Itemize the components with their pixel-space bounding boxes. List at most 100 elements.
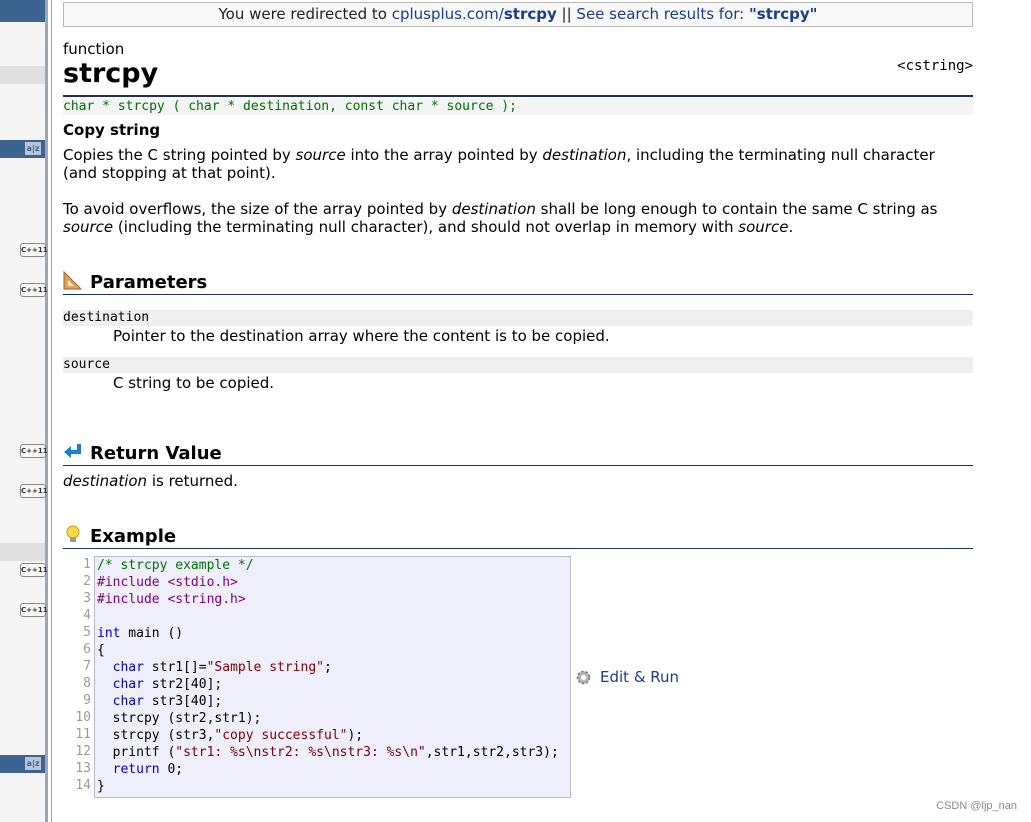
- az-icon: a|z: [25, 142, 41, 155]
- sidebar-panel: [0, 0, 45, 822]
- line-number: 10: [75, 710, 91, 725]
- code-token: char: [112, 694, 144, 709]
- code-token: #include <stdio.h>: [97, 575, 238, 590]
- code-token: return: [112, 762, 160, 777]
- sidebar-top-block: [0, 0, 45, 22]
- line-number: 2: [83, 574, 91, 589]
- watermark: CSDN @ljp_nan: [936, 800, 1017, 812]
- parameters-section-header: Parameters: [63, 270, 973, 295]
- return-value-section-header: Return Value: [63, 441, 973, 466]
- line-number: 12: [75, 744, 91, 759]
- function-prototype: char * strcpy ( char * destination, cons…: [63, 98, 973, 115]
- code-token: str1[]=: [143, 660, 207, 675]
- desc-text: shall be long enough to contain the same…: [535, 200, 938, 218]
- code-token: main (): [120, 626, 184, 641]
- line-number: 13: [75, 761, 91, 776]
- sidebar-item-selected[interactable]: [0, 66, 45, 84]
- example-section-header: Example: [63, 524, 973, 549]
- return-arrow-icon: [64, 444, 81, 458]
- line-number: 6: [83, 642, 91, 657]
- desc-text: .: [788, 218, 794, 236]
- desc-text: To avoid overflows, the size of the arra…: [63, 200, 452, 218]
- code-token: {: [97, 643, 105, 658]
- sidebar-border-inner: [51, 0, 52, 822]
- redirect-link-domain: cplusplus.com/: [391, 5, 504, 23]
- code-token: }: [97, 779, 105, 794]
- line-number: 11: [75, 727, 91, 742]
- code-token: char: [112, 677, 144, 692]
- desc-text: Copies the C string pointed by: [63, 146, 296, 164]
- sort-az-button[interactable]: a|z: [0, 140, 45, 158]
- set-square-icon: [63, 270, 83, 290]
- code-line: strcpy (str3,"copy successful");: [95, 727, 570, 744]
- code-line: #include <stdio.h>: [95, 574, 570, 591]
- section-title: Return Value: [90, 443, 222, 464]
- sidebar: a|z C++11 C++11 C++11 C++11 C++11 C++11 …: [0, 0, 54, 822]
- code-token: strcpy (str2,str1);: [97, 711, 262, 726]
- edit-run-label: Edit & Run: [600, 668, 680, 686]
- redirect-banner: You were redirected to cplusplus.com/str…: [63, 2, 973, 27]
- search-results-link[interactable]: See search results for: "strcpy": [576, 5, 817, 23]
- code-token: /* strcpy example */: [97, 558, 254, 573]
- page-title: strcpy: [63, 58, 159, 89]
- param-name: destination: [63, 310, 973, 326]
- param-name: source: [63, 357, 973, 373]
- code-line: return 0;: [95, 761, 570, 778]
- desc-text: (including the terminating null characte…: [113, 218, 739, 236]
- line-number: 3: [83, 591, 91, 606]
- code-token: str3[40];: [143, 694, 223, 709]
- line-number: 5: [83, 625, 91, 640]
- sidebar-item-highlight[interactable]: [0, 543, 45, 561]
- title-rule: [63, 95, 973, 97]
- code-line: char str2[40];: [95, 676, 570, 693]
- code-example: 1 2 3 4 5 6 7 8 9 10 11 12 13 14 /* strcpy example */…: [63, 556, 571, 798]
- desc-param-ref: destination: [542, 146, 627, 164]
- code-token: int: [97, 626, 121, 641]
- code-block[interactable]: /* strcpy example */ #include <stdio.h> #i…: [94, 556, 571, 798]
- cpp11-badge: C++11: [20, 603, 48, 617]
- code-token: str2[40];: [143, 677, 223, 692]
- return-param-ref: destination: [63, 472, 148, 490]
- gear-icon: [576, 670, 591, 685]
- cpp11-badge: C++11: [20, 563, 48, 577]
- code-line: char str1[]="Sample string";: [95, 659, 570, 676]
- code-token: 0;: [159, 762, 184, 777]
- code-token: ;: [324, 660, 332, 675]
- sort-az-button[interactable]: a|z: [0, 755, 45, 773]
- code-token: "copy successful": [214, 728, 348, 743]
- cpp11-badge: C++11: [20, 243, 48, 257]
- code-token: "str1: %s\nstr2: %s\nstr3: %s\n": [175, 745, 426, 760]
- redirect-link[interactable]: cplusplus.com/strcpy: [392, 5, 557, 23]
- line-number: 9: [83, 693, 91, 708]
- sidebar-border: [45, 0, 48, 822]
- cpp11-badge: C++11: [20, 484, 48, 498]
- lightbulb-icon: [66, 525, 80, 542]
- code-token: #include <string.h>: [97, 592, 246, 607]
- code-line: char str3[40];: [95, 693, 570, 710]
- code-token: );: [347, 728, 364, 743]
- code-line: }: [95, 778, 570, 795]
- banner-prefix: You were redirected to: [218, 5, 392, 23]
- desc-param-ref: source: [738, 218, 789, 236]
- param-description: C string to be copied.: [113, 374, 275, 392]
- code-token: "Sample string": [206, 660, 324, 675]
- line-number: 14: [75, 778, 91, 793]
- code-line: printf ("str1: %s\nstr2: %s\nstr3: %s\n"…: [95, 744, 570, 761]
- return-text: is returned.: [147, 472, 238, 490]
- description-paragraph: To avoid overflows, the size of the arra…: [63, 200, 968, 236]
- banner-separator: ||: [556, 5, 577, 23]
- header-link[interactable]: <cstring>: [897, 58, 973, 74]
- entry-kind: function: [63, 40, 125, 58]
- desc-text: into the array pointed by: [345, 146, 543, 164]
- az-icon: a|z: [25, 757, 41, 770]
- param-description: Pointer to the destination array where t…: [113, 327, 610, 345]
- code-token: strcpy (str3,: [97, 728, 215, 743]
- code-line: {: [95, 642, 570, 659]
- line-number: 4: [83, 608, 91, 623]
- section-title: Example: [90, 526, 177, 547]
- code-line: #include <string.h>: [95, 591, 570, 608]
